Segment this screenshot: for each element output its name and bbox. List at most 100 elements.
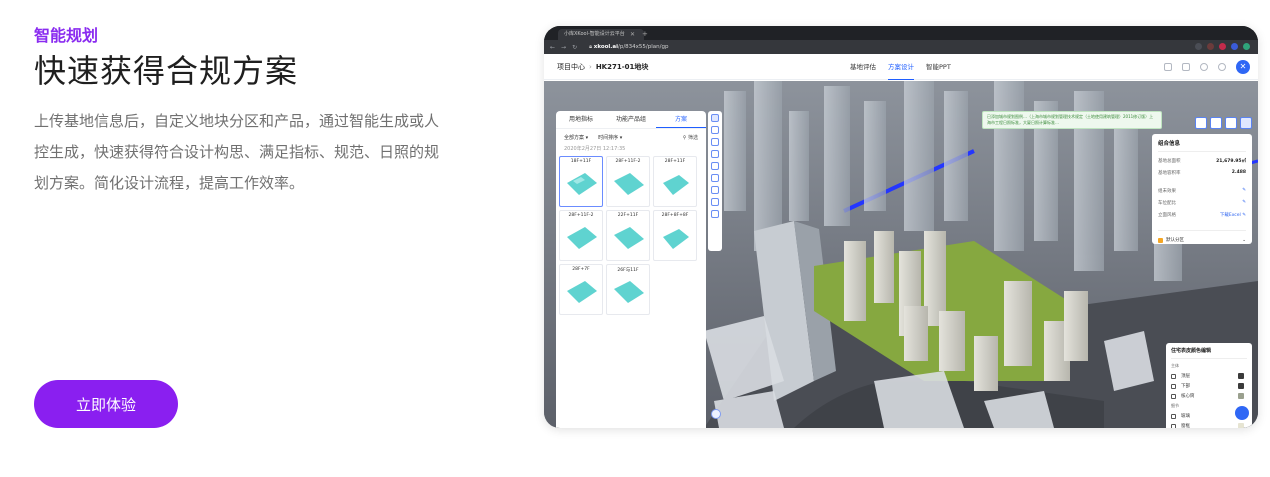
layers-icon[interactable] <box>711 114 719 122</box>
nav-icons: ✕ <box>1164 60 1250 74</box>
scheme-panel: 用地指标 功能产品组 方案 全部方案 ▾ 时间排序 ▾ ⚲ 筛选 2020年2月… <box>556 111 706 428</box>
export-icon[interactable] <box>1164 63 1172 71</box>
scheme-date: 2020年2月27日 12:17:35 <box>564 146 626 152</box>
breadcrumb-current[interactable]: HK271-01地块 <box>596 63 649 71</box>
color-swatch[interactable] <box>1238 393 1244 399</box>
legend-row[interactable]: 窗框 <box>1171 423 1247 428</box>
info-row: 立面风格 下载Excel ✎ <box>1158 212 1246 218</box>
scheme-card[interactable]: 28F+11F-2 <box>559 210 603 261</box>
nav-tabs: 基地评估 方案设计 智能PPT <box>850 54 951 80</box>
back-icon: ← <box>550 43 556 51</box>
tab-smart-ppt[interactable]: 智能PPT <box>926 54 951 80</box>
scheme-card[interactable]: 28F+11F <box>653 156 697 207</box>
upload-icon[interactable] <box>1195 117 1207 129</box>
close-icon: ✕ <box>630 31 636 38</box>
info-icon[interactable] <box>1240 117 1252 129</box>
scheme-card[interactable]: 28F+11F-2 <box>606 156 650 207</box>
legend-row[interactable]: 顶层 <box>1171 373 1247 379</box>
pencil-icon[interactable] <box>711 174 719 182</box>
extension-icon <box>1231 43 1238 50</box>
view-tools <box>1195 117 1252 129</box>
breadcrumb-root[interactable]: 项目中心 <box>557 63 585 71</box>
combination-info-panel: 组合信息 基地总面积 21,679.95㎡ 基地容积率 2.488 组未效果 ✎ 车位… <box>1152 134 1252 244</box>
profile-icon <box>1243 43 1250 50</box>
zone-color-swatch <box>1158 237 1163 243</box>
scheme-thumbnail <box>614 227 644 249</box>
tab-site-evaluation[interactable]: 基地评估 <box>850 54 876 80</box>
hero-title: 快速获得合规方案 <box>34 52 299 90</box>
save-icon[interactable] <box>1182 63 1190 71</box>
tab-product-group[interactable]: 功能产品组 <box>606 111 656 128</box>
fullscreen-icon[interactable] <box>1210 117 1222 129</box>
scheme-card[interactable]: 28F+8F+8F <box>653 210 697 261</box>
scheme-thumbnail <box>567 173 597 195</box>
color-swatch[interactable] <box>1238 383 1244 389</box>
document-icon[interactable] <box>711 186 719 194</box>
hero-description: 上传基地信息后，自定义地块分区和产品，通过智能生成或人控生成，快速获得符合设计构… <box>34 112 440 192</box>
rotate-icon[interactable] <box>711 409 721 419</box>
download-excel-link[interactable]: 下载Excel ✎ <box>1220 212 1246 218</box>
info-title: 组合信息 <box>1158 139 1246 152</box>
building-icon <box>1171 383 1176 389</box>
hero-text: 智能规划 快速获得合规方案 上传基地信息后，自定义地块分区和产品，通过智能生成或… <box>34 24 454 199</box>
measure-icon[interactable] <box>711 162 719 170</box>
url-text: 🔒︎ xkool.ai/p/834x55/plan/gp <box>589 43 669 50</box>
tab-schemes[interactable]: 方案 <box>656 111 706 128</box>
scheme-card[interactable]: 18F+11F <box>559 156 603 207</box>
plus-icon: + <box>642 30 648 38</box>
avatar[interactable]: ✕ <box>1236 60 1250 74</box>
grid-icon[interactable] <box>711 138 719 146</box>
reload-icon: ↻ <box>572 43 578 51</box>
try-now-button[interactable]: 立即体验 <box>34 380 178 428</box>
legend-row[interactable]: 核心筒 <box>1171 393 1247 399</box>
app-topnav: 项目中心 › HK271-01地块 基地评估 方案设计 智能PPT ✕ <box>544 54 1258 80</box>
scheme-card[interactable]: 26F与11F <box>606 264 650 315</box>
scheme-card[interactable]: 22F+11F <box>606 210 650 261</box>
filter-all-dropdown[interactable]: 全部方案 ▾ <box>564 134 588 141</box>
chevron-right-icon: › <box>589 63 592 71</box>
sort-dropdown[interactable]: 时间排序 ▾ <box>598 134 622 141</box>
hero-eyebrow: 智能规划 <box>34 26 99 45</box>
edit-icon[interactable]: ✎ <box>1242 200 1246 206</box>
extension-icon <box>1207 43 1214 50</box>
scheme-card[interactable]: 28F+7F <box>559 264 603 315</box>
scheme-thumbnail <box>567 227 597 249</box>
comment-icon[interactable] <box>711 210 719 218</box>
extension-icon <box>1219 43 1226 50</box>
legend-section: 主体 <box>1171 363 1179 368</box>
legend-row[interactable]: 下部 <box>1171 383 1247 389</box>
help-icon[interactable] <box>1218 63 1226 71</box>
scheme-filters: 全部方案 ▾ 时间排序 ▾ ⚲ 筛选 <box>556 129 706 143</box>
scheme-thumbnail <box>614 173 644 195</box>
sun-icon[interactable] <box>711 150 719 158</box>
star-icon <box>1195 43 1202 50</box>
info-row: 车位配比 ✎ <box>1158 200 1246 206</box>
app-window: 项目中心 › HK271-01地块 基地评估 方案设计 智能PPT ✕ 用地指标… <box>544 54 1258 428</box>
chevron-down-icon: ⌄ <box>1242 237 1246 243</box>
sliders-icon[interactable] <box>1225 117 1237 129</box>
color-swatch[interactable] <box>1238 423 1244 428</box>
tab-scheme-design[interactable]: 方案设计 <box>888 54 914 80</box>
info-row: 基地容积率 2.488 <box>1158 170 1246 176</box>
building-icon <box>1171 393 1176 399</box>
bell-icon[interactable] <box>1200 63 1208 71</box>
default-zone-row[interactable]: 默认分区 ⌄ <box>1158 230 1246 243</box>
rule-notice: 已添加城市规划图例…（上海市城市规划管理技术规定（土地使用建筑管理）2011修订… <box>982 111 1162 129</box>
color-swatch[interactable] <box>1238 373 1244 379</box>
building-icon <box>1171 373 1176 379</box>
edit-icon[interactable]: ✎ <box>1242 188 1246 194</box>
product-screenshot: 小库XKool-智能设计云平台 ✕ + ← → ↻ 🔒︎ xkool.ai/p/… <box>544 26 1258 428</box>
scheme-grid: 18F+11F 28F+11F-2 28F+11F 28F+11F-2 22F+… <box>556 154 706 317</box>
window-frame-icon <box>1171 423 1176 428</box>
breadcrumb: 项目中心 › HK271-01地块 <box>557 62 648 72</box>
select-icon[interactable] <box>711 126 719 134</box>
browser-addressbar: ← → ↻ 🔒︎ xkool.ai/p/834x55/plan/gp <box>544 40 1258 54</box>
info-row: 基地总面积 21,679.95㎡ <box>1158 159 1246 164</box>
scheme-thumbnail <box>614 281 644 303</box>
filter-button[interactable]: ⚲ 筛选 <box>683 134 698 141</box>
legend-title: 住宅表皮颜色编辑 <box>1171 347 1247 359</box>
tab-land-index[interactable]: 用地指标 <box>556 111 606 128</box>
chat-support-icon[interactable] <box>1235 406 1249 420</box>
forward-icon: → <box>561 43 567 51</box>
eye-icon[interactable] <box>711 198 719 206</box>
